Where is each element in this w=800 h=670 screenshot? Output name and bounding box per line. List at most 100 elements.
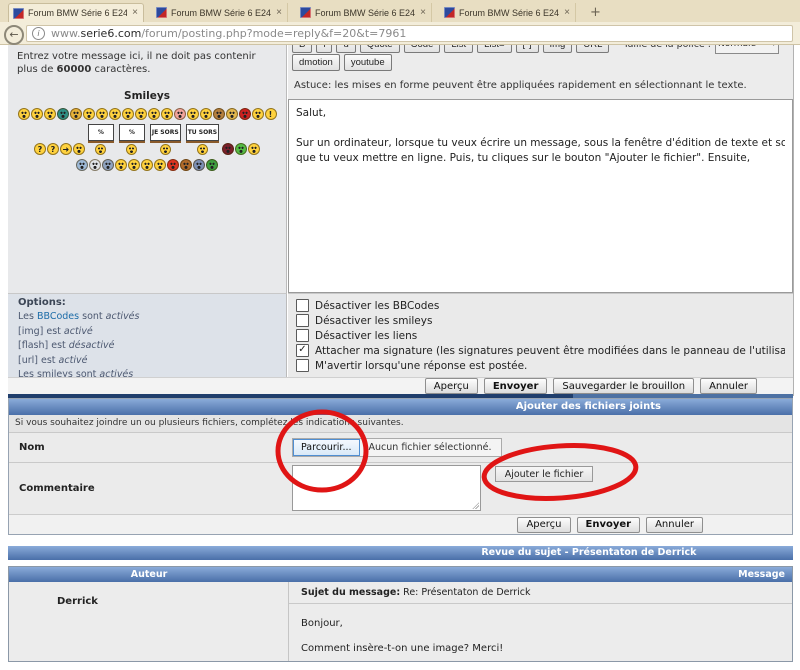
submit-button[interactable]: Envoyer	[577, 517, 641, 533]
browser-tab[interactable]: Forum BMW Série 6 E24 • Ré×	[8, 3, 144, 22]
smiley-icon[interactable]	[141, 159, 153, 171]
smiley-icon[interactable]	[115, 159, 127, 171]
smiley-icon[interactable]	[248, 143, 260, 155]
smiley-icon[interactable]: ?	[34, 143, 46, 155]
smiley-icon[interactable]: ?	[47, 143, 59, 155]
sign-smiley-icon[interactable]: %	[119, 124, 145, 155]
tab-close-icon[interactable]: ×	[275, 8, 283, 18]
tab-close-icon[interactable]: ×	[563, 8, 571, 18]
bbcode-button[interactable]: Code	[404, 45, 441, 53]
bbcode-button[interactable]: URL	[576, 45, 609, 53]
address-bar[interactable]: i www.serie6.com/forum/posting.php?mode=…	[26, 25, 793, 42]
message-textarea[interactable]: Salut, Sur un ordinateur, lorsque tu veu…	[288, 99, 793, 293]
browser-tab[interactable]: Forum BMW Série 6 E24 • Af×	[296, 3, 432, 22]
tab-title: Forum BMW Série 6 E24 • Af	[171, 8, 271, 18]
bbcode-button[interactable]: B	[292, 45, 312, 53]
smiley-row	[17, 159, 277, 171]
browse-button[interactable]: Parcourir...	[293, 439, 360, 456]
add-file-button[interactable]: Ajouter le fichier	[495, 466, 593, 482]
smiley-icon[interactable]	[167, 159, 179, 171]
tab-close-icon[interactable]: ×	[419, 8, 427, 18]
smiley-icon[interactable]	[235, 143, 247, 155]
smiley-icon[interactable]	[44, 108, 56, 120]
smiley-icon[interactable]	[18, 108, 30, 120]
smiley-icon[interactable]	[102, 159, 114, 171]
smiley-icon[interactable]	[222, 143, 234, 155]
browser-tab[interactable]: Forum BMW Série 6 E24 • Af×	[440, 3, 576, 22]
font-size-select[interactable]: Normale▾	[715, 45, 779, 54]
message-line: Sur un ordinateur, lorsque tu veux écrir…	[296, 136, 785, 151]
smiley-icon[interactable]	[96, 108, 108, 120]
options-title: Options:	[18, 297, 276, 308]
cancel-button[interactable]: Annuler	[700, 378, 757, 394]
smiley-icon[interactable]: !	[265, 108, 277, 120]
smiley-icon[interactable]	[73, 143, 85, 155]
smiley-icon[interactable]	[122, 108, 134, 120]
sign-smiley-icon[interactable]: TU SORS	[186, 124, 219, 155]
smiley-icon[interactable]	[148, 108, 160, 120]
smiley-icon[interactable]	[239, 108, 251, 120]
smiley-icon[interactable]	[83, 108, 95, 120]
cancel-button[interactable]: Annuler	[646, 517, 703, 533]
smiley-icon[interactable]	[213, 108, 225, 120]
smiley-icon[interactable]	[193, 159, 205, 171]
smiley-row: ??➜%%JE SORSTU SORS	[17, 124, 277, 155]
smiley-icon[interactable]	[206, 159, 218, 171]
smiley-icon[interactable]: ➜	[60, 143, 72, 155]
bbcode-button[interactable]: List=	[477, 45, 511, 53]
bbcode-button[interactable]: Img	[543, 45, 573, 53]
smiley-icon[interactable]	[135, 108, 147, 120]
smiley-icon[interactable]	[252, 108, 264, 120]
smiley-icon[interactable]	[109, 108, 121, 120]
bbcode-button[interactable]: youtube	[344, 54, 392, 71]
message-line: Salut,	[296, 106, 785, 121]
browser-tab[interactable]: Forum BMW Série 6 E24 • Af ×	[152, 3, 288, 22]
smiley-icon[interactable]	[89, 159, 101, 171]
tab-close-icon[interactable]: ×	[131, 8, 139, 18]
site-info-icon[interactable]: i	[32, 27, 45, 40]
new-tab-button[interactable]: +	[584, 3, 607, 22]
bbcode-button[interactable]: List	[444, 45, 473, 53]
checkbox[interactable]	[296, 359, 309, 372]
bbcode-button[interactable]: u	[336, 45, 355, 53]
sign-smiley-icon[interactable]: JE SORS	[150, 124, 181, 155]
smiley-icon[interactable]	[200, 108, 212, 120]
checkbox[interactable]	[296, 299, 309, 312]
smiley-icon[interactable]	[128, 159, 140, 171]
bbcode-button[interactable]: Quote	[360, 45, 400, 53]
option-status-value: activé	[59, 355, 88, 366]
file-input[interactable]: Parcourir... Aucun fichier sélectionné.	[292, 438, 502, 457]
smiley-icon[interactable]	[187, 108, 199, 120]
smiley-icon[interactable]	[70, 108, 82, 120]
smiley-icon[interactable]	[76, 159, 88, 171]
option-keyword[interactable]: BBCodes	[37, 311, 79, 322]
back-button[interactable]: ←	[4, 25, 24, 45]
comment-textarea[interactable]	[292, 465, 481, 511]
smiley-icon[interactable]	[154, 159, 166, 171]
checkbox-label: Attacher ma signature (les signatures pe…	[315, 345, 785, 357]
smiley-icon[interactable]	[57, 108, 69, 120]
preview-button[interactable]: Aperçu	[517, 517, 570, 533]
attachments-buttons-row: Aperçu Envoyer Annuler	[9, 514, 792, 534]
sign-smiley-icon[interactable]: %	[88, 124, 114, 155]
submit-button[interactable]: Envoyer	[484, 378, 548, 394]
bbcode-button[interactable]: dmotion	[292, 54, 340, 71]
checkbox-label: Désactiver les smileys	[315, 315, 432, 327]
checkbox[interactable]: ✓	[296, 344, 309, 357]
smiley-icon[interactable]	[226, 108, 238, 120]
checkbox[interactable]	[296, 314, 309, 327]
bbcode-button[interactable]: [*]	[516, 45, 539, 53]
smiley-icon[interactable]	[180, 159, 192, 171]
smiley-icon[interactable]	[161, 108, 173, 120]
checkbox-label: M'avertir lorsqu'une réponse est postée.	[315, 360, 527, 372]
checkbox-row: ✓ Attacher ma signature (les signatures p…	[296, 343, 785, 358]
checkbox-label: Désactiver les liens	[315, 330, 417, 342]
smiley-icon[interactable]	[174, 108, 186, 120]
smiley-icon[interactable]	[31, 108, 43, 120]
checkbox[interactable]	[296, 329, 309, 342]
save-draft-button[interactable]: Sauvegarder le brouillon	[553, 378, 694, 394]
resize-handle-icon[interactable]	[472, 502, 479, 509]
preview-button[interactable]: Aperçu	[425, 378, 478, 394]
smileys-panel: Entrez votre message ici, il ne doit pas…	[8, 45, 287, 293]
bbcode-button[interactable]: i	[316, 45, 332, 53]
